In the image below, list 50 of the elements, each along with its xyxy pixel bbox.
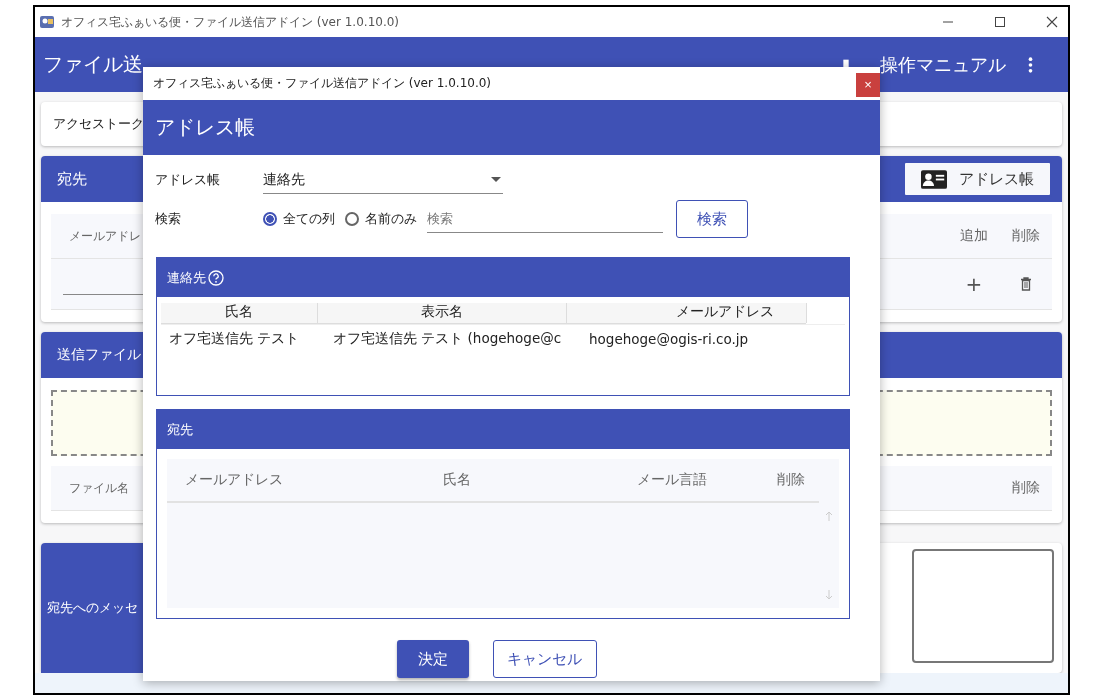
close-button[interactable]: × bbox=[856, 72, 880, 97]
app-title: ファイル送 bbox=[43, 51, 143, 78]
column-header: メールアドレス bbox=[567, 303, 807, 323]
radio-label[interactable]: 名前のみ bbox=[365, 210, 417, 228]
contact-card-icon bbox=[921, 169, 947, 189]
field-label: 検索 bbox=[155, 210, 182, 228]
column-header: 削除 bbox=[1011, 479, 1041, 497]
table-cell-text: オフ宅送信先 テスト bbox=[168, 330, 301, 348]
column-header: 追加 bbox=[959, 227, 989, 245]
scroll-down-icon bbox=[825, 590, 833, 600]
column-header: 表示名 bbox=[318, 303, 567, 323]
message-field[interactable] bbox=[912, 549, 1054, 663]
radio-button[interactable] bbox=[263, 212, 277, 226]
access-token-label: アクセストーク bbox=[53, 115, 144, 133]
address-book-select[interactable]: 連絡先 bbox=[263, 166, 503, 194]
help-icon bbox=[208, 269, 224, 286]
dialog-heading: アドレス帳 bbox=[143, 100, 880, 155]
table-cell-text: オフ宅送信先 テスト (hogehoge@c bbox=[332, 330, 563, 348]
column-header: 削除 bbox=[777, 471, 805, 489]
card-title: 宛先 bbox=[57, 169, 87, 189]
column-header: 氏名 bbox=[161, 303, 318, 323]
app-icon bbox=[39, 14, 55, 30]
dialog-title: オフィス宅ふぁいる便・ファイル送信アドイン (ver 1.0.10.0) bbox=[153, 75, 492, 92]
ok-button[interactable]: 決定 bbox=[396, 640, 469, 678]
card-title: 送信ファイル bbox=[57, 346, 141, 364]
panel-title: 連絡先 bbox=[167, 268, 206, 287]
column-header: 氏名 bbox=[442, 471, 472, 489]
scroll-up-icon bbox=[825, 511, 833, 521]
manual-link[interactable]: 操作マニュアル bbox=[880, 52, 1006, 77]
address-book-button[interactable]: アドレス帳 bbox=[903, 161, 1052, 197]
trash-icon bbox=[1020, 277, 1032, 291]
radio-label[interactable]: 全ての列 bbox=[283, 210, 335, 228]
radio-button[interactable] bbox=[345, 212, 359, 226]
table-cell-text: hogehoge@ogis-ri.co.jp bbox=[588, 331, 749, 347]
cancel-button[interactable]: キャンセル bbox=[492, 640, 597, 678]
window-title: オフィス宅ふぁいる便・ファイル送信アドイン (ver 1.0.10.0) bbox=[61, 13, 400, 31]
column-header: メールアドレス bbox=[184, 471, 284, 489]
search-button[interactable]: 検索 bbox=[676, 200, 748, 238]
panel-title: 宛先 bbox=[167, 420, 193, 439]
maximize-icon bbox=[994, 16, 1006, 28]
field-label: アドレス帳 bbox=[155, 171, 221, 189]
card-title: 宛先へのメッセ bbox=[47, 599, 138, 617]
column-header: ファイル名 bbox=[69, 479, 129, 497]
dropdown-caret-icon bbox=[491, 177, 501, 182]
column-header: 削除 bbox=[1011, 227, 1041, 245]
add-button[interactable]: + bbox=[965, 272, 983, 296]
close-icon bbox=[1046, 16, 1058, 28]
column-header: メール言語 bbox=[636, 471, 708, 489]
more-icon bbox=[1028, 55, 1033, 74]
column-header: メールアドレ bbox=[69, 227, 141, 245]
